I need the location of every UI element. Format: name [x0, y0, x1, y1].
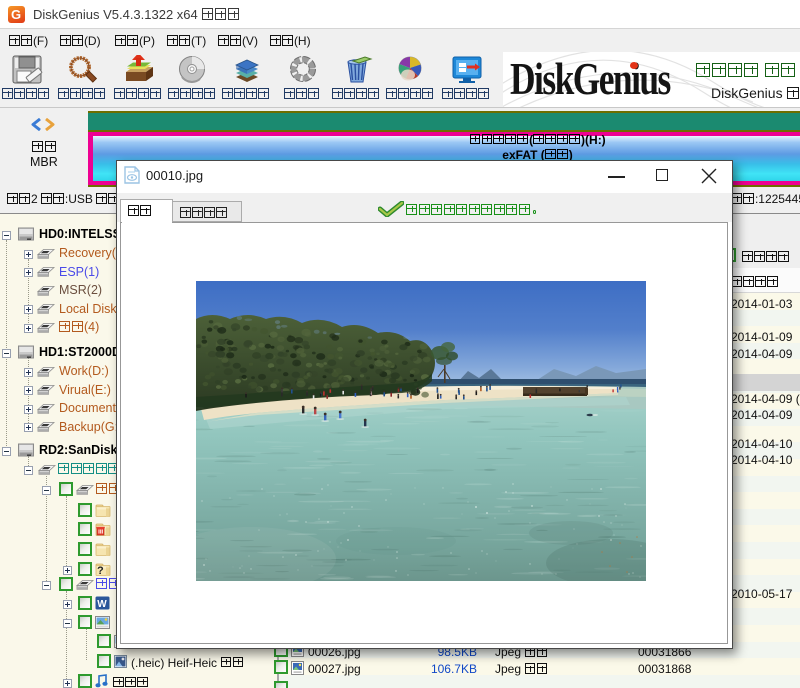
- svg-text:W: W: [97, 599, 107, 610]
- svg-text:?: ?: [97, 565, 104, 576]
